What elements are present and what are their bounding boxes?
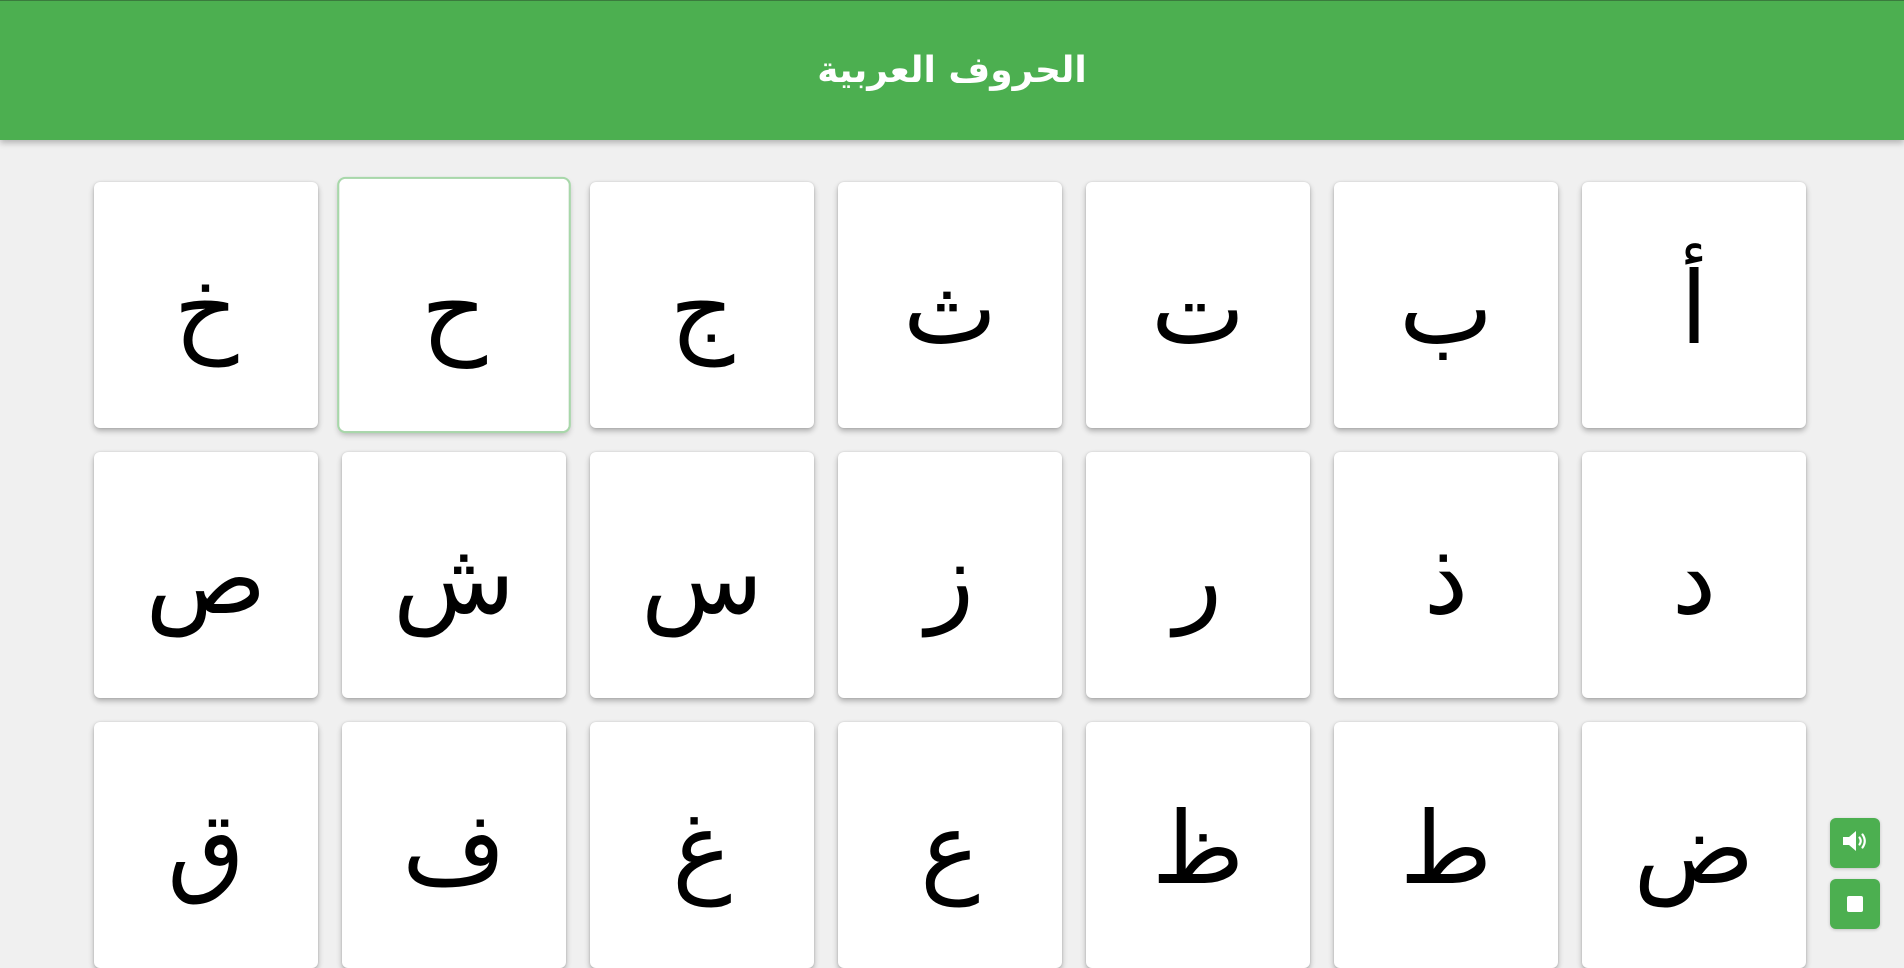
letter-glyph: ب	[1398, 250, 1494, 367]
letter-glyph: ض	[1633, 790, 1755, 907]
letter-glyph: أ	[1680, 250, 1708, 367]
letter-card-ghayn[interactable]: غ	[590, 722, 814, 968]
letter-glyph: د	[1671, 520, 1717, 637]
letter-card-sin[interactable]: س	[590, 452, 814, 698]
letter-glyph: ز	[925, 520, 975, 637]
letter-card-dad[interactable]: ض	[1582, 722, 1806, 968]
letter-glyph: ص	[145, 520, 267, 637]
letter-glyph: ش	[392, 520, 516, 637]
letter-card-dhal[interactable]: ذ	[1334, 452, 1558, 698]
letters-grid: أ ب ت ث ج ح خ د ذ ر ز س ش ص ض ط ظ ع غ ف …	[94, 176, 1806, 968]
letter-glyph: س	[640, 520, 764, 637]
letter-card-ra[interactable]: ر	[1086, 452, 1310, 698]
speaker-volume-icon	[1840, 829, 1870, 857]
letter-card-dal[interactable]: د	[1582, 452, 1806, 698]
letter-card-fa[interactable]: ف	[342, 722, 566, 968]
letter-card-kha[interactable]: خ	[94, 182, 318, 428]
letter-glyph: ظ	[1151, 790, 1245, 907]
letter-glyph: ث	[902, 250, 998, 367]
letter-card-jim[interactable]: ج	[590, 182, 814, 428]
letter-glyph: ق	[167, 790, 245, 907]
letter-card-taa[interactable]: ط	[1334, 722, 1558, 968]
letter-glyph: ت	[1150, 250, 1246, 367]
letter-glyph: خ	[173, 250, 239, 367]
letter-glyph: ذ	[1423, 520, 1469, 637]
letter-card-ha[interactable]: ح	[337, 176, 571, 434]
letter-card-qaf[interactable]: ق	[94, 722, 318, 968]
letter-glyph: ح	[420, 248, 488, 369]
page-title: الحروف العربية	[817, 50, 1087, 91]
letter-card-sad[interactable]: ص	[94, 452, 318, 698]
letter-card-ba[interactable]: ب	[1334, 182, 1558, 428]
letter-card-tha[interactable]: ث	[838, 182, 1062, 428]
letter-card-shin[interactable]: ش	[342, 452, 566, 698]
letter-card-zay[interactable]: ز	[838, 452, 1062, 698]
sound-button[interactable]	[1830, 818, 1880, 868]
letter-card-ta[interactable]: ت	[1086, 182, 1310, 428]
letter-glyph: ع	[920, 790, 980, 907]
stop-square-icon	[1847, 896, 1863, 912]
letter-glyph: ر	[1173, 520, 1223, 637]
letter-card-ayn[interactable]: ع	[838, 722, 1062, 968]
stop-button[interactable]	[1830, 879, 1880, 929]
letter-glyph: ج	[669, 250, 735, 367]
letter-card-alif[interactable]: أ	[1582, 182, 1806, 428]
letter-glyph: غ	[672, 790, 732, 907]
letter-glyph: ط	[1399, 790, 1493, 907]
letter-glyph: ف	[402, 790, 506, 907]
letter-card-zaa[interactable]: ظ	[1086, 722, 1310, 968]
app-header: الحروف العربية	[0, 0, 1904, 140]
